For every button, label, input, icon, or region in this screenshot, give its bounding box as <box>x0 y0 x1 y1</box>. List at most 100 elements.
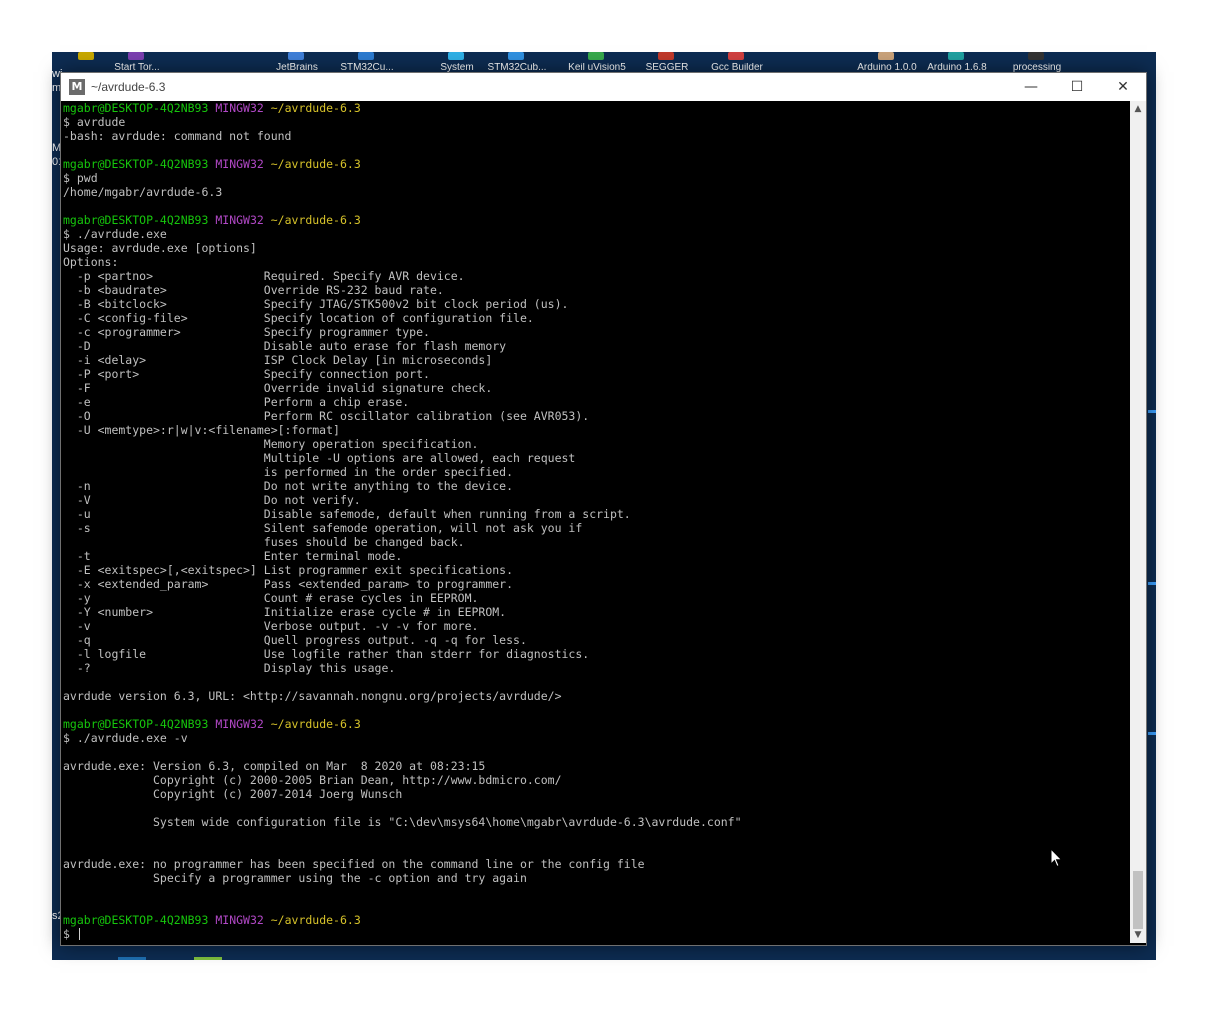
desktop-icon[interactable]: JetBrains <box>262 52 332 73</box>
output-line: -e Perform a chip erase. <box>63 395 410 409</box>
output-line: -E <exitspec>[,<exitspec>] List programm… <box>63 563 514 577</box>
scroll-up-icon[interactable]: ▲ <box>1130 101 1146 117</box>
output-line: -F Override invalid signature check. <box>63 381 493 395</box>
prompt-user: mgabr@DESKTOP-4Q2NB93 <box>63 913 209 927</box>
prompt-path: ~/avrdude-6.3 <box>270 913 361 927</box>
desktop-icon[interactable]: SEGGER <box>632 52 702 73</box>
prompt-line: mgabr@DESKTOP-4Q2NB93 MINGW32 ~/avrdude-… <box>63 157 1128 171</box>
prompt-path: ~/avrdude-6.3 <box>270 717 361 731</box>
close-button[interactable]: ✕ <box>1100 73 1146 101</box>
output-line: -l logfile Use logfile rather than stder… <box>63 647 590 661</box>
prompt-user: mgabr@DESKTOP-4Q2NB93 <box>63 717 209 731</box>
output-line: -i <delay> ISP Clock Delay [in microseco… <box>63 353 493 367</box>
prompt-env: MINGW32 <box>215 213 264 227</box>
input-prompt-symbol: $ <box>63 927 77 941</box>
output-line: -bash: avrdude: command not found <box>63 129 292 143</box>
prompt-path: ~/avrdude-6.3 <box>270 101 361 115</box>
app-shortcut-icon <box>728 52 744 60</box>
output-line: $ pwd <box>63 171 98 185</box>
app-shortcut-icon <box>78 52 94 60</box>
output-line: -C <config-file> Specify location of con… <box>63 311 534 325</box>
scroll-down-icon[interactable]: ▼ <box>1130 927 1146 943</box>
output-line: Usage: avrdude.exe [options] <box>63 241 257 255</box>
app-shortcut-icon <box>588 52 604 60</box>
output-line: fuses should be changed back. <box>63 535 465 549</box>
prompt-user: mgabr@DESKTOP-4Q2NB93 <box>63 157 209 171</box>
desktop-icon[interactable]: STM32Cu... <box>332 52 402 73</box>
output-line: /home/mgabr/avrdude-6.3 <box>63 185 223 199</box>
output-line: -p <partno> Required. Specify AVR device… <box>63 269 465 283</box>
desktop-icon[interactable]: Arduino 1.6.8 <box>922 52 992 73</box>
desktop-icon[interactable]: Arduino 1.0.0 <box>852 52 922 73</box>
output-line: Options: <box>63 255 119 269</box>
output-line: $ ./avrdude.exe <box>63 227 167 241</box>
output-line: -c <programmer> Specify programmer type. <box>63 325 430 339</box>
output-line: Copyright (c) 2007-2014 Joerg Wunsch <box>63 787 403 801</box>
command-input-line[interactable]: $ <box>63 927 1128 941</box>
desktop-icon[interactable]: Keil uVision5 <box>562 52 632 73</box>
output-line: -s Silent safemode operation, will not a… <box>63 521 583 535</box>
app-shortcut-icon <box>658 52 674 60</box>
output-line: -D Disable auto erase for flash memory <box>63 339 507 353</box>
output-line: Memory operation specification. <box>63 437 479 451</box>
app-shortcut-icon <box>948 52 964 60</box>
app-shortcut-icon <box>448 52 464 60</box>
prompt-line: mgabr@DESKTOP-4Q2NB93 MINGW32 ~/avrdude-… <box>63 213 1128 227</box>
window-title: ~/avrdude-6.3 <box>91 80 166 94</box>
vertical-scrollbar[interactable]: ▲ ▼ <box>1130 101 1146 943</box>
output-line: -? Display this usage. <box>63 661 396 675</box>
mouse-cursor-icon <box>1050 848 1063 868</box>
prompt-path: ~/avrdude-6.3 <box>270 213 361 227</box>
app-shortcut-icon <box>1028 52 1044 60</box>
prompt-user: mgabr@DESKTOP-4Q2NB93 <box>63 101 209 115</box>
output-line: -U <memtype>:r|w|v:<filename>[:format] <box>63 423 340 437</box>
output-line: -V Do not verify. <box>63 493 361 507</box>
mintty-icon[interactable]: M <box>69 79 85 95</box>
maximize-button[interactable]: ☐ <box>1054 73 1100 101</box>
minimize-button[interactable]: — <box>1008 73 1054 101</box>
desktop-icon[interactable]: Gcc Builder <box>702 52 772 73</box>
desktop-icon[interactable]: processing <box>1002 52 1072 73</box>
app-shortcut-icon <box>508 52 524 60</box>
title-bar[interactable]: M ~/avrdude-6.3 — ☐ ✕ <box>61 73 1146 101</box>
output-line: -b <baudrate> Override RS-232 baud rate. <box>63 283 444 297</box>
output-line: Specify a programmer using the -c option… <box>63 871 527 885</box>
output-line: -Y <number> Initialize erase cycle # in … <box>63 605 507 619</box>
scrollbar-thumb[interactable] <box>1133 871 1143 929</box>
taskbar-item <box>118 957 146 960</box>
output-line: Multiple -U options are allowed, each re… <box>63 451 576 465</box>
output-line: avrdude version 6.3, URL: <http://savann… <box>63 689 562 703</box>
terminal-output[interactable]: mgabr@DESKTOP-4Q2NB93 MINGW32 ~/avrdude-… <box>63 101 1128 943</box>
prompt-env: MINGW32 <box>215 101 264 115</box>
output-line: -v Verbose output. -v -v for more. <box>63 619 479 633</box>
output-line: -y Count # erase cycles in EEPROM. <box>63 591 479 605</box>
taskbar-item <box>194 957 222 960</box>
output-line: avrdude.exe: Version 6.3, compiled on Ma… <box>63 759 486 773</box>
desktop-icon[interactable]: STM32Cub... <box>482 52 552 73</box>
output-line: -P <port> Specify connection port. <box>63 367 430 381</box>
output-line: -B <bitclock> Specify JTAG/STK500v2 bit … <box>63 297 569 311</box>
output-line: -u Disable safemode, default when runnin… <box>63 507 631 521</box>
output-line: System wide configuration file is "C:\de… <box>63 815 742 829</box>
prompt-line: mgabr@DESKTOP-4Q2NB93 MINGW32 ~/avrdude-… <box>63 101 1128 115</box>
app-shortcut-icon <box>128 52 144 60</box>
output-line: -O Perform RC oscillator calibration (se… <box>63 409 590 423</box>
output-line: $ ./avrdude.exe -v <box>63 731 188 745</box>
output-line: -x <extended_param> Pass <extended_param… <box>63 577 514 591</box>
output-line: -t Enter terminal mode. <box>63 549 403 563</box>
output-line: $ avrdude <box>63 115 126 129</box>
app-shortcut-icon <box>878 52 894 60</box>
desktop-icon[interactable]: Start Tor... <box>102 52 172 73</box>
output-line: avrdude.exe: no programmer has been spec… <box>63 857 645 871</box>
prompt-user: mgabr@DESKTOP-4Q2NB93 <box>63 213 209 227</box>
app-shortcut-icon <box>288 52 304 60</box>
output-line: -n Do not write anything to the device. <box>63 479 514 493</box>
